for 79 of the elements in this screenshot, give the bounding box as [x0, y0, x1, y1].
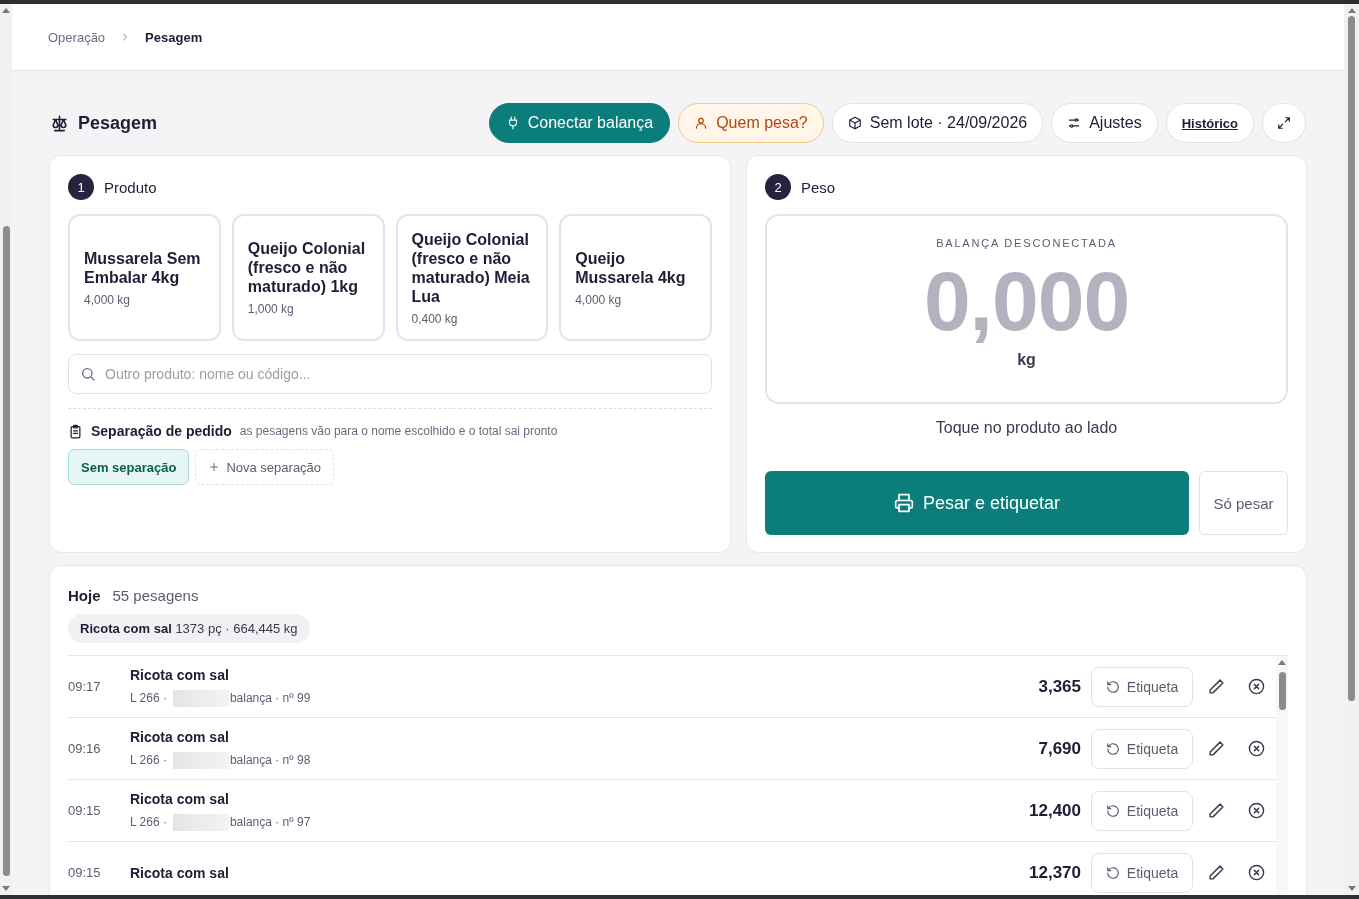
- reprint-label-button[interactable]: Etiqueta: [1091, 790, 1193, 831]
- time-text: 09:17: [68, 679, 102, 694]
- plus-icon: [208, 461, 221, 473]
- search-field[interactable]: Outro produto: nome ou código...: [68, 354, 712, 394]
- scale-number: balança · nº 97: [229, 815, 311, 829]
- product-tile[interactable]: Mussarela Sem Embalar 4kg 4,000 kg: [68, 214, 221, 341]
- search-icon: [80, 366, 96, 382]
- pill-button[interactable]: Sem lote · 24/09/2026: [831, 103, 1044, 143]
- weight-value: 12,400: [1029, 800, 1081, 821]
- reprint-label-button[interactable]: Etiqueta: [1091, 728, 1193, 769]
- close-icon: [1247, 740, 1265, 757]
- close-icon: [1247, 864, 1265, 881]
- lot-text: L 266 ·: [130, 815, 167, 829]
- product-name: Ricota com sal: [130, 790, 230, 807]
- breadcrumb-link[interactable]: Operação: [48, 29, 106, 45]
- refresh-icon: [1105, 679, 1120, 694]
- section-title: Produto: [104, 178, 157, 196]
- reprint-label-button[interactable]: Etiqueta: [1091, 852, 1193, 893]
- scale-number: balança · nº 98: [229, 753, 311, 767]
- operator-button[interactable]: Quem pesa?: [678, 103, 824, 143]
- weight-value: 7,690: [1038, 738, 1081, 759]
- weigh-print-button[interactable]: Pesar e etiquetar: [765, 471, 1189, 535]
- time-text: 09:16: [68, 741, 102, 756]
- scale-status: BALANÇA DESCONECTADA: [936, 237, 1117, 249]
- product-name: Ricota com sal: [130, 666, 230, 683]
- redacted-block: [172, 751, 229, 769]
- scale-icon: [50, 113, 69, 133]
- scale-number: balança · nº 99: [229, 691, 311, 705]
- clipboard-icon: [68, 423, 83, 439]
- product-tile[interactable]: Queijo Colonial (fresco e não maturado) Meia Lua 0,400 kg: [395, 214, 549, 341]
- pencil-icon: [1207, 740, 1225, 757]
- close-icon: [1247, 802, 1265, 819]
- separation-hint: as pesagens vão para o nome escolhido e o total sai pronto: [239, 424, 558, 438]
- pill-button[interactable]: Ajustes: [1051, 103, 1158, 143]
- refresh-icon: [1105, 741, 1120, 756]
- weight-value: 12,370: [1029, 862, 1081, 883]
- step-number: 2: [765, 174, 791, 200]
- weight-value: 3,365: [1038, 676, 1081, 697]
- pencil-icon: [1207, 678, 1225, 695]
- separation-option[interactable]: Sem separação: [68, 449, 190, 485]
- history-link[interactable]: Histórico: [1165, 103, 1254, 143]
- printer-icon: [893, 493, 914, 513]
- page-title: Pesagem: [78, 112, 158, 134]
- refresh-icon: [1105, 865, 1120, 880]
- person-icon: [694, 116, 709, 130]
- scrollbar[interactable]: [1276, 656, 1288, 895]
- pencil-icon: [1207, 864, 1225, 881]
- weigh-only-button[interactable]: Só pesar: [1199, 471, 1288, 535]
- pencil-icon: [1207, 802, 1225, 819]
- box-icon: [847, 116, 862, 130]
- breadcrumb-link[interactable]: Pesagem: [145, 29, 203, 45]
- reprint-label-button[interactable]: Etiqueta: [1091, 666, 1193, 707]
- weight-hint: Toque no produto ao lado: [934, 419, 1119, 437]
- history-title: Hoje: [68, 586, 101, 604]
- redacted-block: [172, 689, 229, 707]
- expand-icon: [1277, 116, 1291, 130]
- lot-text: L 266 ·: [130, 691, 167, 705]
- step-number: 1: [68, 174, 94, 200]
- product-tile[interactable]: Queijo Colonial (fresco e não maturado) 1kg 1,000 kg: [231, 214, 385, 341]
- weight-unit: kg: [1017, 351, 1036, 369]
- product-name: Ricota com sal: [130, 728, 230, 745]
- weight-reading: 0,000: [923, 259, 1130, 343]
- separation-title: Separação de pedido: [91, 423, 232, 439]
- section-title: Peso: [801, 178, 836, 196]
- time-text: 09:15: [68, 865, 102, 880]
- time-text: 09:15: [68, 803, 102, 818]
- connect-button[interactable]: Conectar balança: [488, 103, 671, 143]
- scrollbar[interactable]: [0, 4, 12, 895]
- lot-text: L 266 ·: [130, 753, 167, 767]
- weighing-count: 55 pesagens: [112, 586, 199, 604]
- sliders-icon: [1067, 116, 1082, 130]
- summary-chip: Ricota com sal 1373 pç · 664,445 kg: [68, 614, 310, 643]
- add-separation-button[interactable]: Nova separação: [195, 449, 335, 485]
- product-name: Ricota com sal: [130, 864, 230, 881]
- refresh-icon: [1105, 803, 1120, 818]
- scrollbar[interactable]: [1344, 4, 1359, 895]
- product-tile[interactable]: Queijo Mussarela 4kg 4,000 kg: [559, 214, 712, 341]
- close-icon: [1247, 678, 1265, 695]
- redacted-block: [172, 813, 229, 831]
